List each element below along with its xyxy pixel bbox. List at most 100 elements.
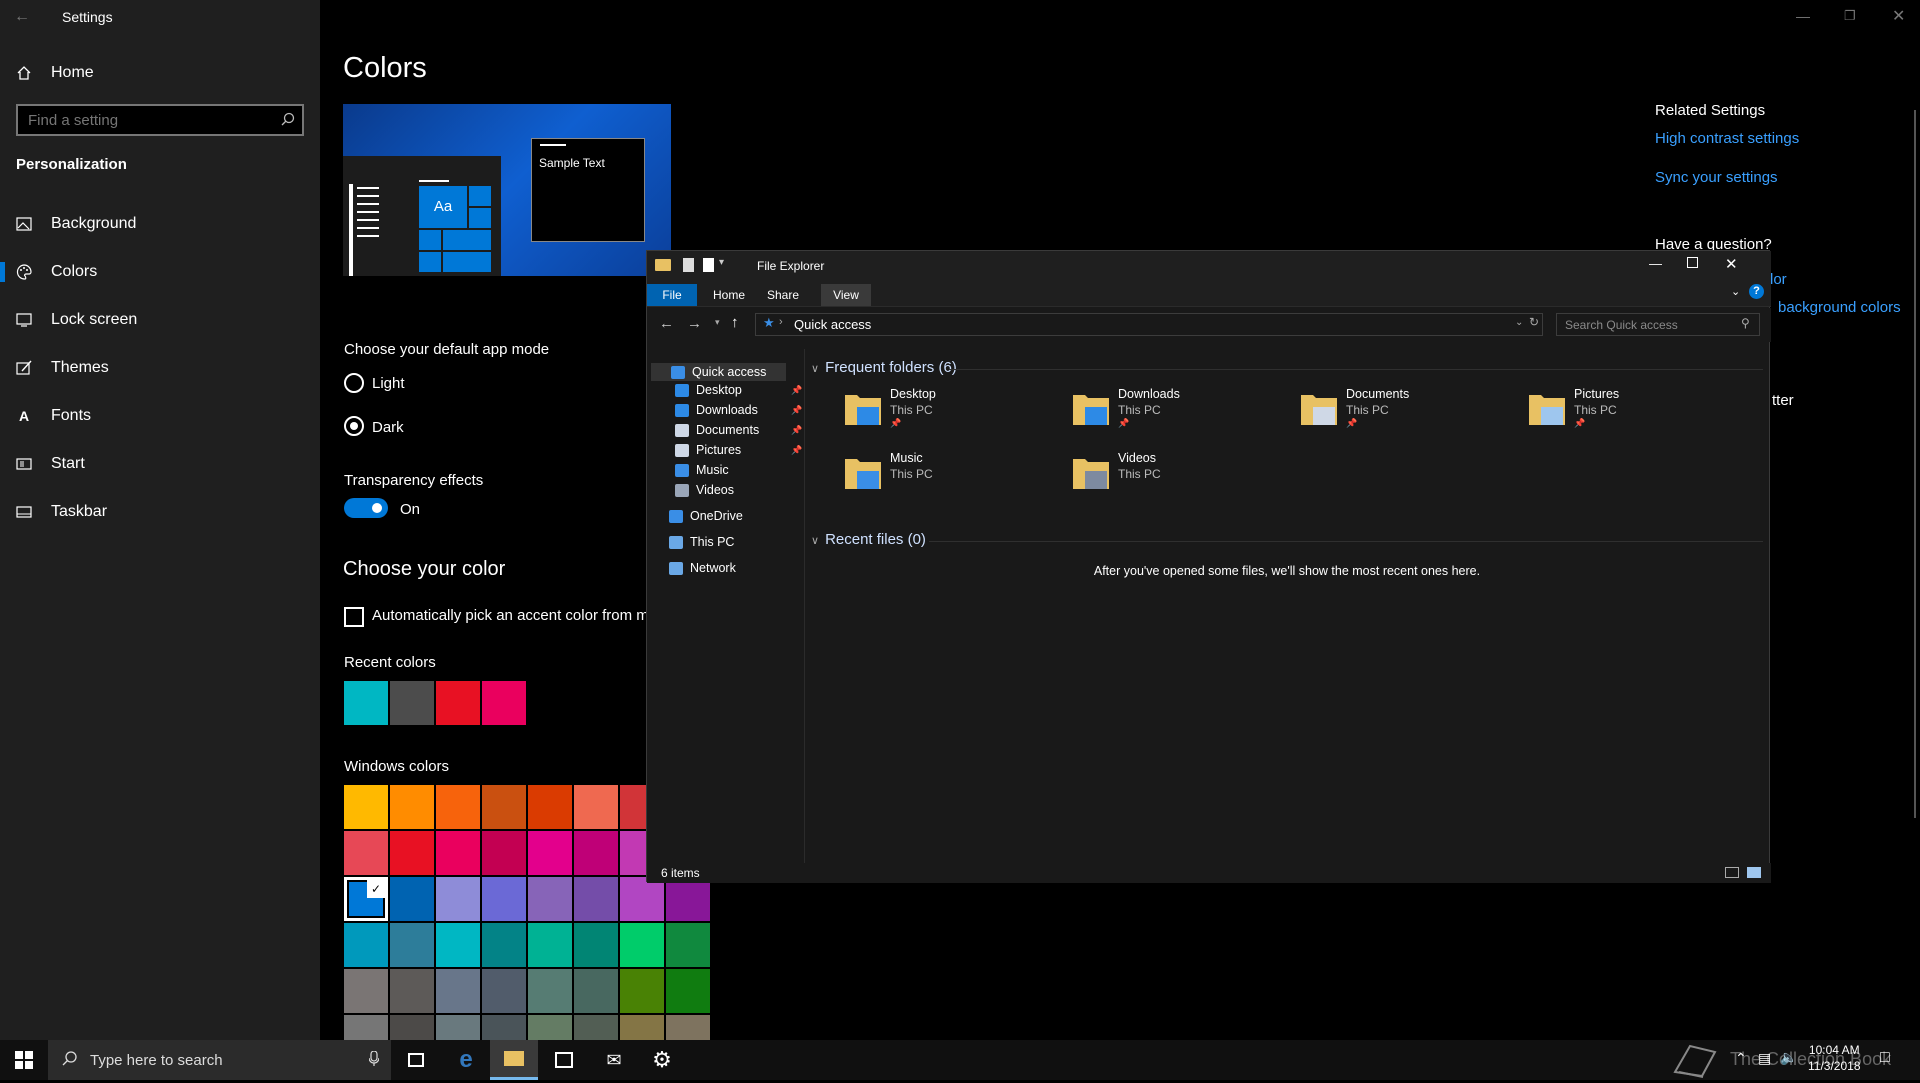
nav-tree-item[interactable]: Desktop xyxy=(675,383,742,397)
minimize-button[interactable]: — xyxy=(1796,8,1810,24)
new-folder-icon[interactable] xyxy=(703,258,714,272)
help-link-partial-2[interactable]: background colors xyxy=(1778,299,1901,316)
light-radio[interactable] xyxy=(344,373,364,393)
dark-radio[interactable] xyxy=(344,416,364,436)
windows-color-swatch[interactable] xyxy=(666,877,710,921)
recent-color-swatch[interactable] xyxy=(436,681,480,725)
windows-color-swatch[interactable] xyxy=(528,969,572,1013)
windows-color-swatch[interactable] xyxy=(390,785,434,829)
back-arrow-icon[interactable]: ← xyxy=(659,315,674,332)
folder-tile[interactable]: Music This PC xyxy=(843,451,1043,507)
back-button[interactable]: ← xyxy=(14,8,44,26)
windows-color-swatch[interactable] xyxy=(620,969,664,1013)
nav-tree-item[interactable]: Quick access xyxy=(651,363,787,381)
network-icon[interactable]: ▤ xyxy=(1758,1050,1771,1067)
edge-button[interactable]: e xyxy=(442,1040,490,1080)
search-icon[interactable] xyxy=(281,112,295,131)
address-bar[interactable]: Quick access xyxy=(755,313,1543,336)
recent-locations-icon[interactable]: ▾ xyxy=(715,317,720,328)
explorer-maximize-button[interactable] xyxy=(1687,257,1698,268)
windows-color-swatch[interactable] xyxy=(574,969,618,1013)
explorer-minimize-button[interactable]: — xyxy=(1649,256,1662,271)
nav-tree-item[interactable]: Pictures xyxy=(675,443,741,457)
taskbar-search[interactable]: Type here to search xyxy=(48,1040,391,1080)
explorer-close-button[interactable]: ✕ xyxy=(1725,255,1738,273)
folder-tile[interactable]: Desktop This PC 📌 xyxy=(843,387,1043,443)
close-button[interactable]: ✕ xyxy=(1892,6,1905,26)
chevron-down-icon[interactable]: ▾ xyxy=(719,257,724,268)
scrollbar[interactable] xyxy=(1914,110,1916,818)
frequent-folders-header[interactable]: ∨ Frequent folders (6) xyxy=(811,359,957,376)
windows-color-swatch[interactable]: ✓ xyxy=(344,877,388,921)
help-link-partial-1[interactable]: lor xyxy=(1770,271,1787,288)
task-view-button[interactable] xyxy=(392,1040,440,1080)
auto-accent-checkbox[interactable] xyxy=(344,607,364,627)
recent-files-header[interactable]: ∨ Recent files (0) xyxy=(811,531,926,548)
windows-color-swatch[interactable] xyxy=(482,923,526,967)
windows-color-swatch[interactable] xyxy=(436,923,480,967)
windows-color-swatch[interactable] xyxy=(344,785,388,829)
windows-color-swatch[interactable] xyxy=(390,877,434,921)
windows-color-swatch[interactable] xyxy=(482,877,526,921)
store-button[interactable] xyxy=(540,1040,588,1080)
windows-color-swatch[interactable] xyxy=(528,785,572,829)
nav-tree-item[interactable]: Downloads xyxy=(675,403,758,417)
help-icon[interactable]: ? xyxy=(1749,284,1764,299)
recent-color-swatch[interactable] xyxy=(344,681,388,725)
tab-file[interactable]: File xyxy=(647,284,697,306)
folder-tile[interactable]: Documents This PC 📌 xyxy=(1299,387,1499,443)
nav-tree-item[interactable]: This PC xyxy=(669,535,734,549)
clock[interactable]: 10:04 AM 11/3/2018 xyxy=(1808,1042,1861,1074)
microphone-icon[interactable] xyxy=(368,1050,380,1071)
address-dropdown-icon[interactable]: ⌄ xyxy=(1515,317,1523,328)
folder-tile[interactable]: Downloads This PC 📌 xyxy=(1071,387,1271,443)
nav-themes[interactable]: Themes xyxy=(0,346,320,390)
nav-fonts[interactable]: A Fonts xyxy=(0,394,320,438)
explorer-search-input[interactable]: Search Quick access xyxy=(1556,313,1760,336)
tab-home[interactable]: Home xyxy=(705,284,753,306)
sync-settings-link[interactable]: Sync your settings xyxy=(1655,169,1778,186)
nav-colors[interactable]: Colors xyxy=(0,250,320,294)
tab-view[interactable]: View xyxy=(821,284,871,306)
nav-tree-item[interactable]: Network xyxy=(669,561,736,575)
nav-tree-item[interactable]: Videos xyxy=(675,483,734,497)
expand-ribbon-icon[interactable]: ⌄ xyxy=(1731,285,1740,298)
up-arrow-icon[interactable]: ↑ xyxy=(731,314,739,331)
start-button[interactable] xyxy=(0,1040,48,1080)
hidden-icons-chevron-icon[interactable]: ⌃ xyxy=(1735,1050,1747,1067)
tab-share[interactable]: Share xyxy=(759,284,807,306)
windows-color-swatch[interactable] xyxy=(666,969,710,1013)
nav-home[interactable]: Home xyxy=(0,51,320,95)
file-explorer-button[interactable] xyxy=(490,1040,538,1080)
recent-color-swatch[interactable] xyxy=(482,681,526,725)
settings-button[interactable]: ⚙ xyxy=(638,1040,686,1080)
windows-color-swatch[interactable] xyxy=(390,923,434,967)
windows-color-swatch[interactable] xyxy=(620,877,664,921)
folder-tile[interactable]: Videos This PC xyxy=(1071,451,1271,507)
windows-color-swatch[interactable] xyxy=(482,831,526,875)
windows-color-swatch[interactable] xyxy=(390,831,434,875)
windows-color-swatch[interactable] xyxy=(482,785,526,829)
nav-tree-item[interactable]: OneDrive xyxy=(669,509,743,523)
folder-tile[interactable]: Pictures This PC 📌 xyxy=(1527,387,1727,443)
recent-color-swatch[interactable] xyxy=(390,681,434,725)
details-view-icon[interactable] xyxy=(1725,867,1739,878)
windows-color-swatch[interactable] xyxy=(436,785,480,829)
windows-color-swatch[interactable] xyxy=(620,923,664,967)
windows-color-swatch[interactable] xyxy=(390,969,434,1013)
windows-color-swatch[interactable] xyxy=(344,969,388,1013)
windows-color-swatch[interactable] xyxy=(528,831,572,875)
windows-color-swatch[interactable] xyxy=(574,785,618,829)
nav-lock-screen[interactable]: Lock screen xyxy=(0,298,320,342)
search-icon[interactable]: ⚲ xyxy=(1741,316,1750,330)
nav-start[interactable]: Start xyxy=(0,442,320,486)
windows-color-swatch[interactable] xyxy=(436,877,480,921)
windows-color-swatch[interactable] xyxy=(574,831,618,875)
mail-button[interactable]: ✉ xyxy=(590,1040,638,1080)
restore-button[interactable]: ❐ xyxy=(1844,8,1856,24)
high-contrast-link[interactable]: High contrast settings xyxy=(1655,130,1799,147)
windows-color-swatch[interactable] xyxy=(344,831,388,875)
nav-tree-item[interactable]: Music xyxy=(675,463,729,477)
refresh-icon[interactable]: ↻ xyxy=(1529,315,1539,329)
large-icons-view-icon[interactable] xyxy=(1747,867,1761,878)
